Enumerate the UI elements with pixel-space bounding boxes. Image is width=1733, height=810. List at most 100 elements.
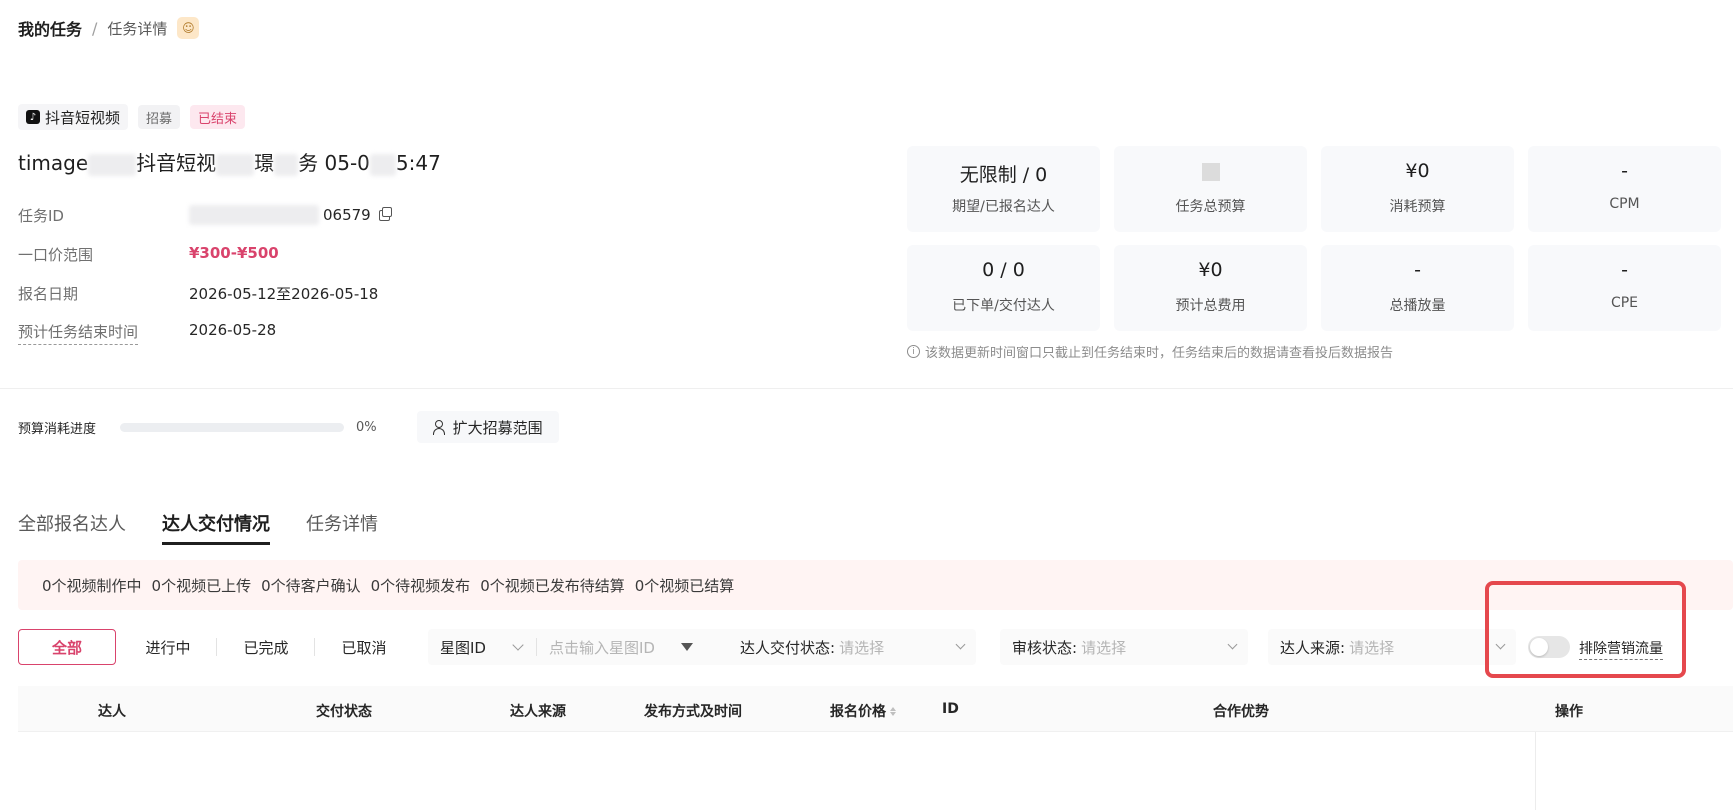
task-title-part: 抖音短视 (136, 151, 217, 175)
summary-item: 0个视频制作中 (42, 576, 142, 595)
summary-item: 0个视频已上传 (151, 576, 252, 595)
chevron-down-icon (512, 639, 524, 651)
column-header-creator-source: 达人来源 (510, 704, 566, 720)
stat-label: CPM (1609, 196, 1640, 212)
stat-value: - (1414, 259, 1421, 281)
review-status-placeholder: 请选择 (1081, 638, 1127, 657)
stat-label: 消耗预算 (1389, 199, 1446, 215)
stat-value: ¥0 (1405, 160, 1430, 182)
task-title-part: 5:47 (395, 151, 441, 175)
tab-all-creators[interactable]: 全部报名达人 (18, 510, 126, 545)
stat-card: 0 / 0 已下单/交付达人 (907, 245, 1100, 331)
expand-recruitment-button[interactable]: 扩大招募范围 (416, 411, 559, 443)
table-header: 达人 交付状态 达人来源 发布方式及时间 报名价格 ID 合作优势 操作 (18, 686, 1733, 732)
breadcrumb-separator: / (92, 18, 98, 38)
creator-source-label: 达人来源: (1280, 638, 1346, 657)
fixed-column-divider (1535, 732, 1536, 810)
summary-item: 0个视频已发布待结算 (480, 576, 625, 595)
stat-card: - CPE (1528, 245, 1721, 331)
redacted-block (88, 153, 137, 176)
redacted-block (189, 205, 319, 225)
column-header-signup-price[interactable]: 报名价格 (830, 701, 896, 721)
stat-value: 无限制 / 0 (959, 164, 1048, 186)
chevron-down-icon (1227, 639, 1238, 650)
column-header-signup-price-label: 报名价格 (830, 704, 886, 720)
review-status-select[interactable]: 审核状态: 请选择 (1000, 629, 1248, 665)
info-label-tooltip[interactable]: 预计任务结束时间 (18, 321, 139, 345)
task-title-part: timage (18, 151, 89, 175)
status-badge: 已结束 (190, 105, 246, 129)
creator-source-select[interactable]: 达人来源: 请选择 (1268, 629, 1516, 665)
column-header-actions: 操作 (1555, 704, 1583, 720)
stat-card: ¥0 消耗预算 (1321, 146, 1514, 232)
summary-item: 0个视频已结算 (634, 576, 735, 595)
info-icon: i (907, 345, 920, 358)
segment-divider (216, 638, 217, 656)
summary-item: 0个待视频发布 (370, 576, 471, 595)
id-search-group: 星图ID 点击输入星图ID (428, 629, 738, 665)
summary-item: 0个待客户确认 (261, 576, 361, 595)
task-id-value: 06579 (189, 205, 392, 225)
stat-card: ¥0 预计总费用 (1114, 245, 1307, 331)
avatar-icon[interactable]: ☺ (177, 17, 200, 39)
copy-icon[interactable] (378, 206, 392, 221)
section-divider (0, 388, 1733, 389)
tab-task-details[interactable]: 任务详情 (306, 510, 378, 545)
stat-label: 期望/已报名达人 (952, 199, 1055, 215)
segment-cancelled[interactable]: 已取消 (322, 629, 406, 665)
stat-label: 已下单/交付达人 (952, 298, 1055, 314)
info-row-task-id: 任务ID 06579 (18, 205, 518, 227)
redacted-block (369, 153, 396, 176)
delivery-status-select[interactable]: 达人交付状态: 请选择 (728, 629, 976, 665)
breadcrumb-root-link[interactable]: 我的任务 (18, 16, 82, 40)
budget-progress: 预算消耗进度 0% 扩大招募范围 (18, 411, 559, 443)
tab-creator-delivery[interactable]: 达人交付情况 (162, 510, 270, 545)
delivery-status-placeholder: 请选择 (839, 638, 885, 657)
platform-tag: ♪ 抖音短视频 (18, 104, 129, 130)
stat-label: 任务总预算 (1175, 199, 1246, 215)
column-header-publish-time: 发布方式及时间 (644, 704, 742, 720)
breadcrumb-current: 任务详情 (107, 19, 168, 38)
info-label: 一口价范围 (18, 246, 94, 264)
chevron-down-icon (955, 639, 966, 650)
info-row-price-range: 一口价范围 ¥300-¥500 (18, 244, 518, 266)
filter-icon[interactable] (680, 643, 693, 651)
stat-card: - 总播放量 (1321, 245, 1514, 331)
column-header-id: ID (942, 701, 959, 717)
sort-icon[interactable] (890, 706, 896, 716)
budget-label: 预算消耗进度 (18, 421, 97, 437)
info-row-signup-date: 报名日期 2026-05-12至2026-05-18 (18, 283, 518, 305)
price-range-value: ¥300-¥500 (189, 244, 279, 262)
info-label: 任务ID (18, 207, 64, 225)
segment-all[interactable]: 全部 (18, 629, 116, 665)
stat-label: 预计总费用 (1175, 298, 1246, 314)
stat-value: - (1621, 259, 1628, 281)
budget-percent: 0% (356, 419, 377, 435)
segment-completed[interactable]: 已完成 (224, 629, 308, 665)
breadcrumb: 我的任务 / 任务详情 ☺ (18, 16, 200, 40)
expand-recruitment-label: 扩大招募范围 (452, 418, 543, 437)
douyin-icon: ♪ (26, 110, 40, 124)
segment-in-progress[interactable]: 进行中 (126, 629, 210, 665)
stat-value: 0 / 0 (982, 259, 1025, 281)
user-plus-icon (432, 420, 447, 435)
review-status-label: 审核状态: (1012, 638, 1078, 657)
column-header-delivery-status: 交付状态 (316, 704, 372, 720)
segment-divider (314, 638, 315, 656)
stat-value (1114, 160, 1307, 182)
end-time-value: 2026-05-28 (189, 321, 277, 339)
delivery-status-label: 达人交付状态: (740, 638, 836, 657)
task-title-part: 务 05-0 (298, 151, 370, 175)
task-tags: ♪ 抖音短视频 招募 已结束 (18, 104, 246, 130)
filter-bar: 全部 进行中 已完成 已取消 星图ID 点击输入星图ID 达人交付状态: 请选择… (18, 629, 1733, 665)
redacted-block (1201, 162, 1220, 181)
task-title: timage 抖音短视 璟务 05-0 5:47 (18, 147, 441, 176)
id-type-select[interactable]: 星图ID (440, 637, 486, 658)
delivery-summary-banner: 0个视频制作中 0个视频已上传 0个待客户确认 0个待视频发布 0个视频已发布待… (18, 560, 1733, 610)
redacted-block (274, 153, 299, 176)
stat-card: 任务总预算 (1114, 146, 1307, 232)
highlight-annotation-box (1485, 581, 1686, 678)
id-search-input[interactable]: 点击输入星图ID (549, 637, 655, 658)
signup-date-value: 2026-05-12至2026-05-18 (189, 285, 379, 303)
stat-card: 无限制 / 0 期望/已报名达人 (907, 146, 1100, 232)
